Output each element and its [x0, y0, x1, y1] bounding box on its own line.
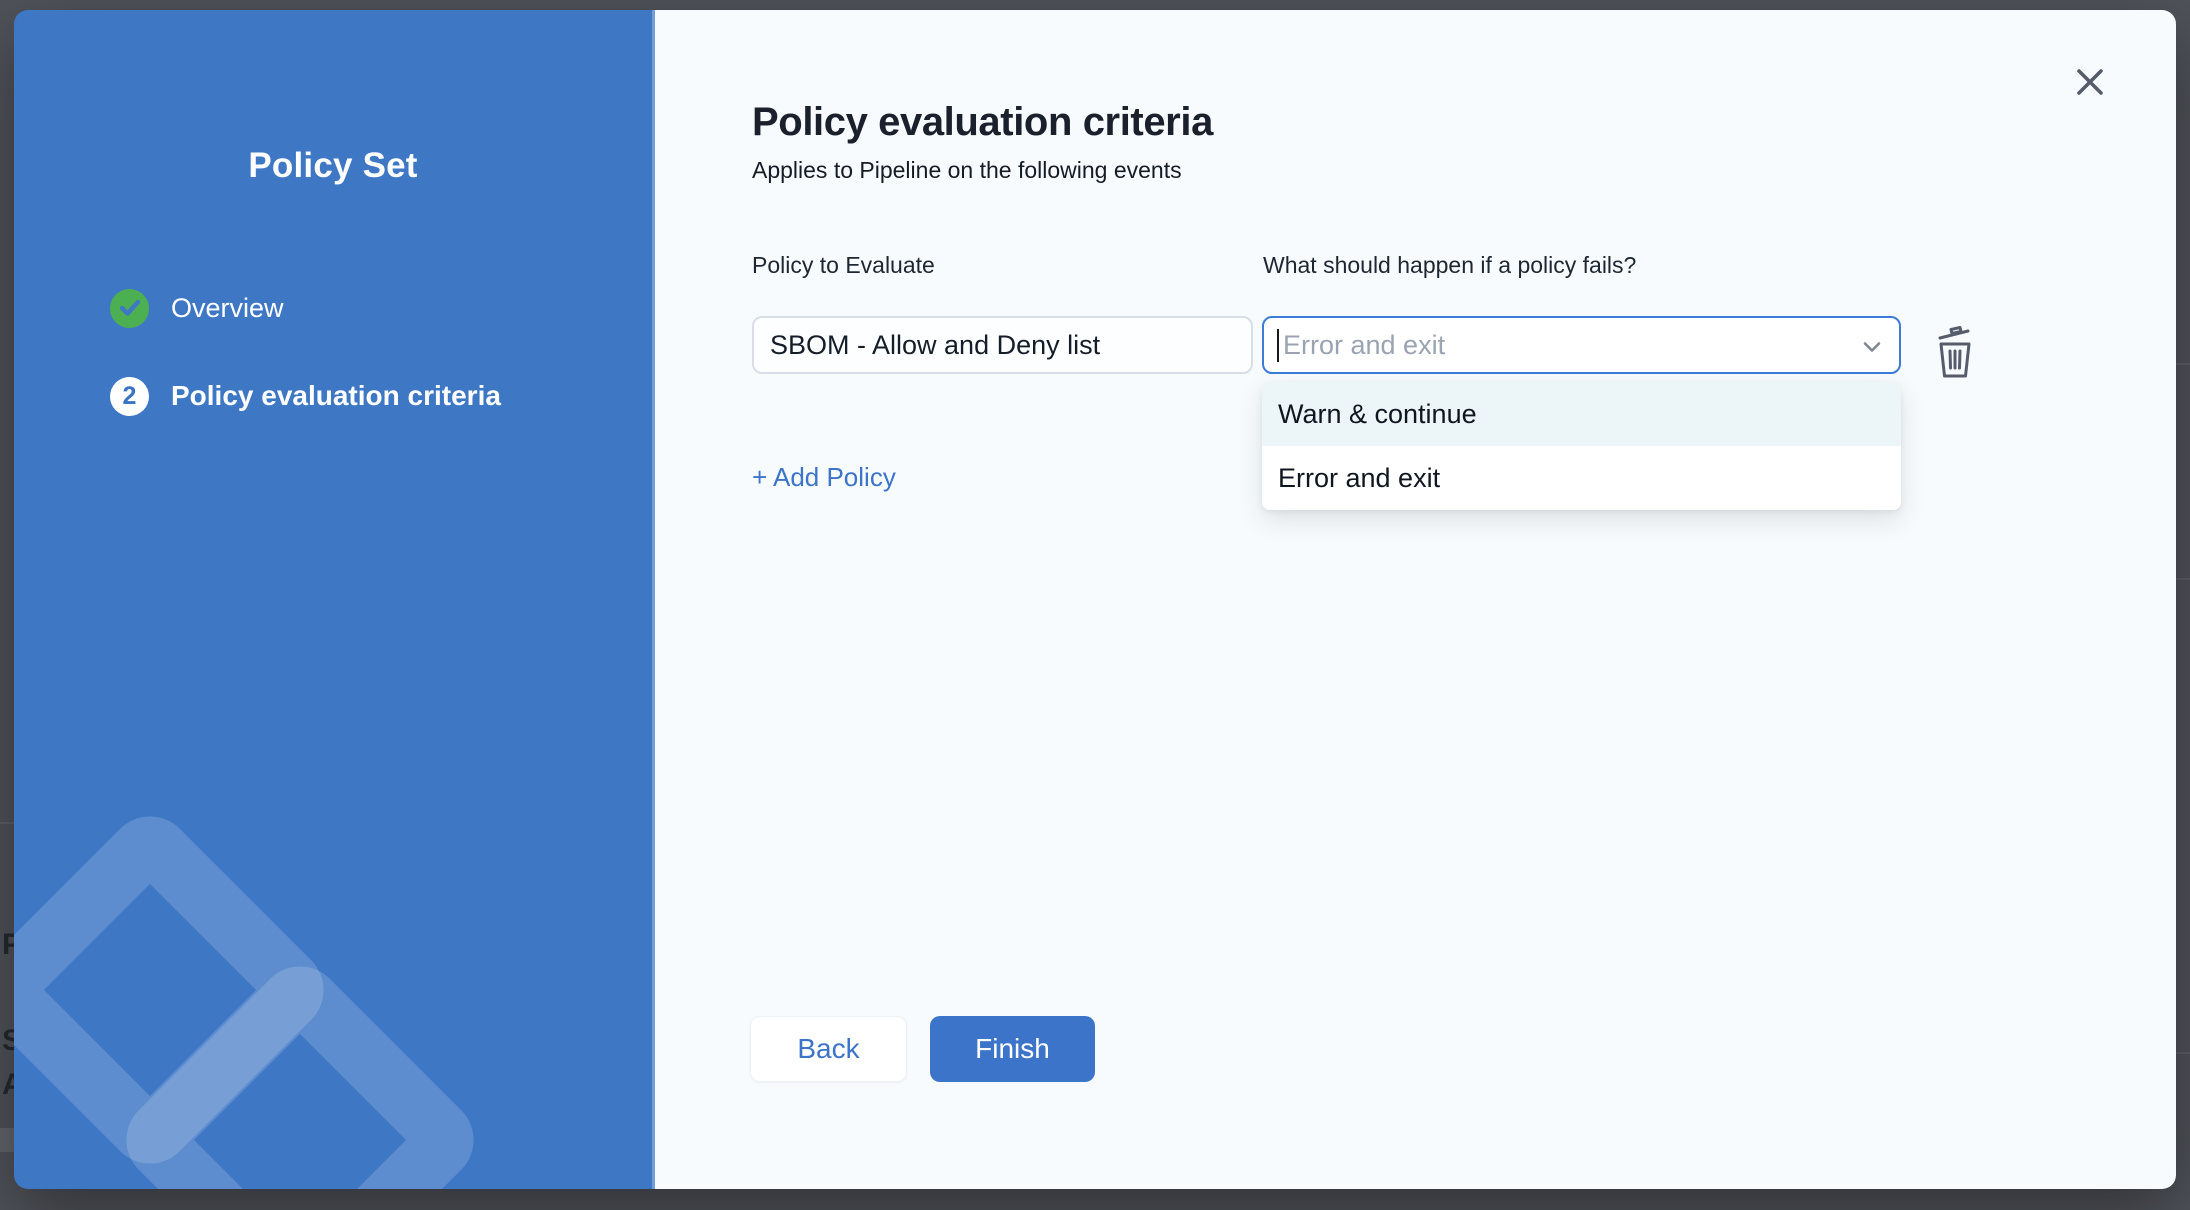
page-subtitle: Applies to Pipeline on the following eve… [752, 157, 1182, 184]
wizard-content-panel: Policy evaluation criteria Applies to Pi… [655, 10, 2176, 1189]
chevron-down-icon[interactable] [1860, 335, 1884, 364]
step-label: Overview [171, 293, 284, 324]
background-text-fragment: A [2, 1068, 14, 1102]
policy-to-evaluate-input[interactable]: SBOM - Allow and Deny list [752, 316, 1253, 374]
select-placeholder: Error and exit [1283, 330, 1445, 361]
delete-policy-row-trash-icon[interactable] [1935, 324, 1975, 380]
policy-fail-action-label: What should happen if a policy fails? [1263, 252, 1636, 279]
wizard-title: Policy Set [14, 146, 652, 186]
screen: { "overlay": { "background_fragments": {… [0, 0, 2190, 1210]
step-overview[interactable]: Overview [110, 288, 501, 328]
policy-set-wizard-dialog: Policy Set Overview 2 Policy evaluation … [14, 10, 2176, 1189]
add-policy-link[interactable]: + Add Policy [752, 462, 896, 493]
step-complete-check-icon [110, 289, 149, 328]
policy-fail-action-dropdown-menu: Warn & continue Error and exit [1262, 382, 1901, 510]
background-text-fragment: S [2, 1024, 14, 1058]
step-label: Policy evaluation criteria [171, 380, 501, 412]
policy-to-evaluate-label: Policy to Evaluate [752, 252, 935, 279]
text-cursor [1277, 329, 1279, 362]
step-policy-evaluation-criteria[interactable]: 2 Policy evaluation criteria [110, 376, 501, 416]
policy-fail-action-select[interactable]: Error and exit [1262, 316, 1901, 374]
close-icon[interactable] [2075, 67, 2105, 97]
wizard-steps: Overview 2 Policy evaluation criteria [110, 288, 501, 464]
background-panel-edge [2176, 578, 2190, 580]
dropdown-option-warn-continue[interactable]: Warn & continue [1262, 382, 1901, 446]
background-panel-edge [0, 822, 14, 824]
background-text-fragment: P [2, 928, 14, 962]
background-panel-edge [2176, 363, 2190, 365]
dropdown-option-error-exit[interactable]: Error and exit [1262, 446, 1901, 510]
policy-to-evaluate-value: SBOM - Allow and Deny list [770, 330, 1100, 361]
background-band [0, 1128, 14, 1152]
back-button[interactable]: Back [750, 1016, 907, 1082]
background-panel-edge [2176, 1052, 2190, 1054]
finish-button[interactable]: Finish [930, 1016, 1095, 1082]
wizard-sidebar: Policy Set Overview 2 Policy evaluation … [14, 10, 655, 1189]
step-number-badge: 2 [110, 377, 149, 416]
page-title: Policy evaluation criteria [752, 100, 1213, 145]
